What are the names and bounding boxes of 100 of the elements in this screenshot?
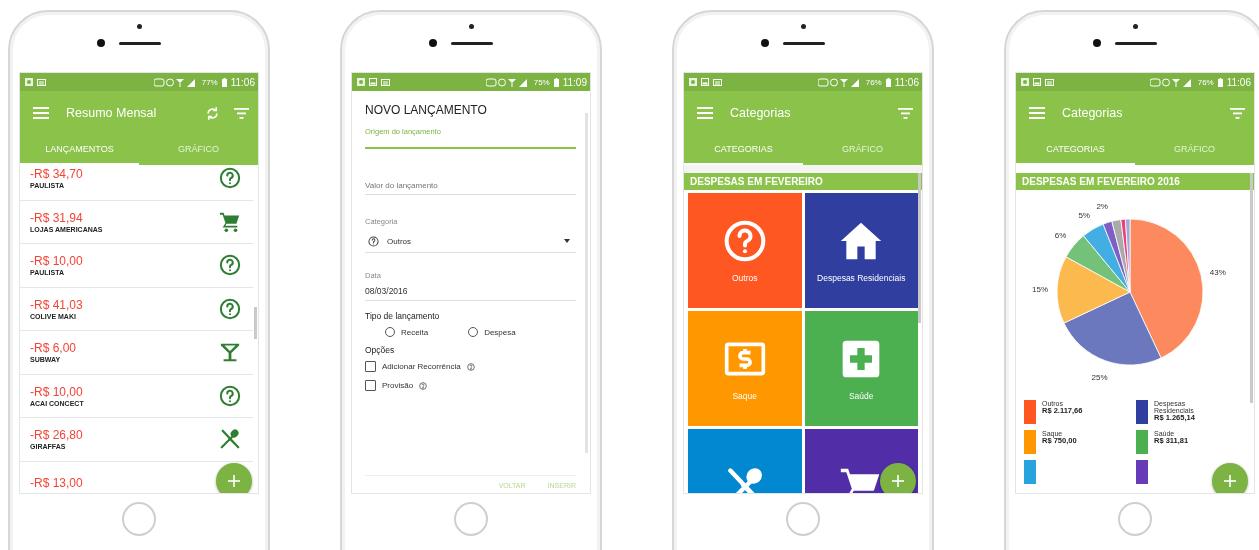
shopping-cart-icon (219, 210, 241, 233)
plus-icon (1224, 475, 1236, 487)
caret-icon (564, 239, 570, 243)
category-label: Saúde (848, 390, 874, 401)
percent-label: 25% (1091, 372, 1108, 382)
question-circle-icon (722, 218, 767, 263)
category-label: Despesas Residenciais (817, 272, 906, 283)
tab[interactable]: GRÁFICO (803, 135, 922, 165)
group-label: Tipo de lançamento (365, 311, 441, 321)
amount: -R$ 41,03 (30, 297, 83, 312)
status-time: 11:06 (230, 76, 255, 88)
scrollbar[interactable] (918, 173, 921, 323)
battery-icon (221, 77, 227, 87)
earpiece-speaker (1115, 41, 1157, 45)
filter-icon (898, 107, 913, 119)
category-dropdown[interactable]: Outros (365, 232, 576, 253)
cocktail-glass-icon (219, 341, 241, 364)
section-header: DESPESAS EM FEVEREIRO (684, 173, 922, 190)
picture-notification-icon (369, 78, 377, 86)
battery-percent: 76% (865, 77, 882, 87)
earpiece-speaker (783, 41, 825, 45)
question-circle-icon (219, 297, 241, 320)
dropdown-value: Outros (387, 236, 411, 246)
checkbox-label: Adicionar Recorrência (382, 362, 461, 371)
menu-button[interactable] (30, 104, 52, 122)
message-notification-icon (713, 78, 722, 86)
front-camera (800, 24, 806, 29)
category-label: Outros (732, 272, 758, 283)
radio-label: Receita (401, 327, 429, 337)
percent-label: 43% (1209, 268, 1226, 278)
message-notification-icon (381, 78, 390, 86)
menu-button[interactable] (1026, 104, 1048, 122)
amount: -R$ 13,00 (30, 475, 83, 490)
menu-button[interactable] (694, 104, 716, 122)
percent-label: 6% (1054, 230, 1067, 240)
battery-percent: 76% (1197, 77, 1214, 87)
menu-icon (1029, 107, 1045, 119)
tab[interactable]: LANÇAMENTOS (20, 135, 139, 165)
amount: -R$ 26,80 (30, 428, 83, 443)
earpiece-speaker (451, 41, 493, 45)
status-icons-drawing (817, 77, 860, 87)
plus-icon (228, 475, 240, 487)
question-circle-icon (219, 384, 241, 407)
battery-icon (1217, 77, 1223, 87)
amount: -R$ 10,00 (30, 384, 83, 399)
group-label: Opções (365, 345, 396, 355)
proximity-sensor (97, 39, 105, 47)
help-icon[interactable] (419, 381, 428, 390)
battery-percent: 75% (533, 77, 550, 87)
menu-icon (33, 107, 49, 119)
category-tile[interactable]: Saúde (804, 311, 918, 426)
section-header: DESPESAS EM FEVEREIRO 2016 (1016, 173, 1254, 190)
status-icons-drawing (1149, 77, 1192, 87)
tab[interactable]: GRÁFICO (1135, 135, 1254, 165)
help-icon[interactable] (466, 362, 475, 371)
percent-label: 2% (1096, 202, 1108, 212)
question-circle-icon (219, 254, 241, 277)
photo-notification-icon (25, 78, 33, 86)
category-tile[interactable]: Outros (688, 193, 802, 308)
checkbox[interactable] (365, 361, 376, 372)
screen-title: Resumo Mensal (66, 106, 157, 120)
picture-notification-icon (1033, 78, 1041, 86)
message-notification-icon (1045, 78, 1054, 86)
category-label: Saque (732, 390, 758, 401)
status-icons-drawing (153, 77, 196, 87)
photo-notification-icon (1021, 78, 1029, 86)
battery-percent: 77% (201, 77, 218, 87)
plus-icon (892, 475, 904, 487)
amount: -R$ 31,94 (30, 210, 83, 225)
front-camera (468, 24, 474, 29)
proximity-sensor (429, 39, 437, 47)
amount: -R$ 34,70 (30, 167, 83, 182)
photo-notification-icon (357, 78, 365, 86)
proximity-sensor (761, 39, 769, 47)
amount: -R$ 6,00 (30, 341, 77, 356)
picture-notification-icon (701, 78, 709, 86)
question-circle-icon (219, 167, 241, 190)
proximity-sensor (1093, 39, 1101, 47)
screen-title: Categorias (1062, 106, 1123, 120)
screen-title: Categorias (730, 106, 791, 120)
checkbox[interactable] (365, 380, 376, 391)
sync-icon (205, 105, 220, 121)
radio-label: Despesa (484, 327, 516, 337)
status-time: 11:06 (1226, 76, 1251, 88)
menu-icon (697, 107, 713, 119)
fork-and-spoon-icon (219, 428, 241, 451)
photo-notification-icon (689, 78, 697, 86)
percent-label: 15% (1032, 285, 1049, 295)
filter-icon (234, 107, 249, 119)
category-tile[interactable]: Despesas Residenciais (804, 193, 918, 308)
front-camera (136, 24, 142, 29)
question-circle-icon (368, 235, 379, 247)
battery-icon (885, 77, 891, 87)
checkbox-label: Provisão (382, 381, 414, 390)
battery-icon (553, 77, 559, 87)
date-field[interactable]: 08/03/2016 (365, 286, 576, 301)
status-icons-drawing (485, 77, 528, 87)
status-time: 11:09 (562, 76, 587, 88)
dialog-title: NOVO LANÇAMENTO (365, 103, 488, 117)
category-tile[interactable]: Saque (688, 311, 802, 426)
